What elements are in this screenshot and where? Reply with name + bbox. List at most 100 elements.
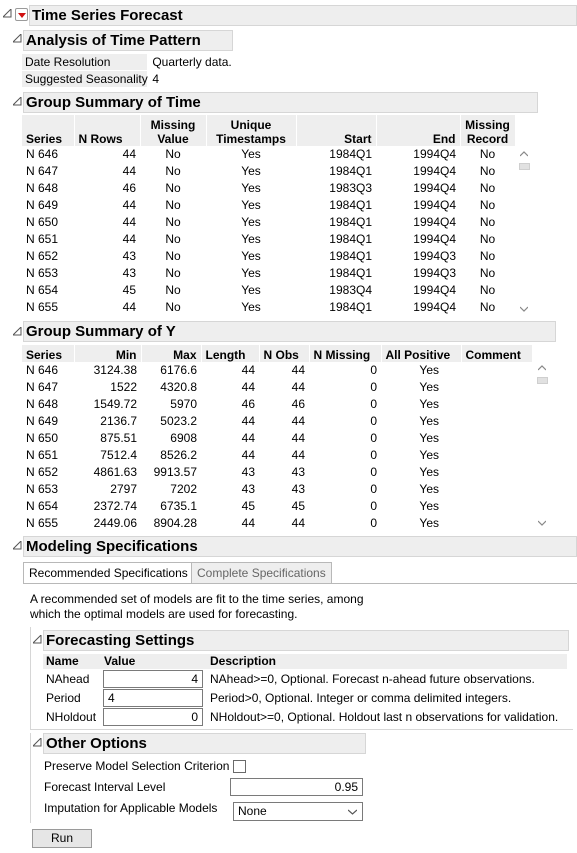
setting-description: Period>0, Optional. Integer or comma del… [210,691,512,705]
disclosure-open-icon[interactable] [13,34,22,43]
table-cell: 44 [291,448,305,462]
time-table-scrollbar[interactable] [517,148,531,318]
scroll-up-icon[interactable] [538,365,546,371]
table-cell: 44 [122,147,136,161]
scroll-down-icon[interactable] [538,520,546,526]
y-table-scrollbar[interactable] [535,362,549,532]
seasonality-value: 4 [152,72,160,86]
table-cell: N 655 [26,300,59,314]
scroll-thumb[interactable] [537,377,548,384]
disclosure-open-icon[interactable] [3,9,12,18]
table-cell: N 650 [26,431,59,445]
table-row: N 649 2136.7 5023.2 44 44 0 Yes [22,413,532,430]
tab-recommended-specifications[interactable]: Recommended Specifications [23,562,194,584]
table-cell: 44 [241,414,255,428]
period-input[interactable]: 4 [103,689,203,707]
table-cell: 44 [122,215,136,229]
table-row: N 655 44 No Yes 1984Q1 1994Q4 No [22,299,515,316]
table-cell: 1994Q4 [413,181,456,195]
group-time-heading: Group Summary of Time [23,92,538,113]
col-header[interactable]: End [376,115,461,146]
table-cell: 0 [370,465,377,479]
col-header[interactable]: N Rows [74,115,141,146]
col-header[interactable]: Series [22,115,75,146]
table-cell: 0 [370,499,377,513]
table-cell: 44 [241,380,255,394]
group-y-table: Series Min Max Length N Obs N Missing Al… [22,345,533,532]
table-cell: 7202 [170,482,197,496]
nahead-input[interactable]: 4 [103,670,203,688]
table-cell: 0 [370,397,377,411]
table-cell: 1994Q4 [413,283,456,297]
table-cell: 1994Q3 [413,266,456,280]
nholdout-input[interactable]: 0 [103,708,203,726]
col-header[interactable]: Max [141,345,202,362]
col-header[interactable]: Min [74,345,142,362]
disclosure-open-icon[interactable] [13,327,22,336]
col-header[interactable]: Comment [461,345,533,362]
other-options-heading: Other Options [43,733,366,754]
table-cell: 44 [291,516,305,530]
table-cell: 0 [370,448,377,462]
table-cell: 8904.28 [153,516,197,530]
disclosure-open-icon[interactable] [33,738,42,747]
table-cell: Yes [419,499,439,513]
table-cell: 44 [122,164,136,178]
imputation-select[interactable]: None [233,802,363,821]
table-cell: No [165,181,181,195]
tab-complete-specifications[interactable]: Complete Specifications [191,562,332,584]
table-row: N 653 43 No Yes 1984Q1 1994Q3 No [22,265,515,282]
table-cell: 0 [370,482,377,496]
table-cell: 1983Q4 [329,283,372,297]
description-line: which the optimal models are used for fo… [30,607,298,621]
col-header: Value [104,654,136,668]
table-cell [461,362,532,379]
interval-input[interactable]: 0.95 [230,778,363,796]
table-cell: 7512.4 [100,448,137,462]
col-header[interactable]: Start [296,115,377,146]
table-cell: 2372.74 [93,499,137,513]
table-cell: Yes [419,465,439,479]
scroll-down-icon[interactable] [520,306,528,312]
table-cell: 0 [370,414,377,428]
table-cell: No [165,164,181,178]
table-cell: 1983Q3 [329,181,372,195]
table-cell: 45 [291,499,305,513]
col-header[interactable]: Missing Value [140,115,207,146]
table-cell: 1994Q4 [413,215,456,229]
table-row: N 652 4861.63 9913.57 43 43 0 Yes [22,464,532,481]
preserve-label: Preserve Model Selection Criterion [44,759,230,773]
table-cell: N 653 [26,266,59,280]
table-cell: 875.51 [100,431,137,445]
table-cell [461,481,532,498]
col-header[interactable]: Length [201,345,260,362]
col-header[interactable]: Unique Timestamps [206,115,297,146]
disclosure-open-icon[interactable] [13,541,22,550]
run-button[interactable]: Run [32,829,92,848]
col-header[interactable]: Series [22,345,75,362]
tab-panel-border [23,583,577,584]
col-header[interactable]: N Missing [309,345,382,362]
table-cell: N 648 [26,397,59,411]
table-row: N 648 1549.72 5970 46 46 0 Yes [22,396,532,413]
col-header[interactable]: N Obs [259,345,310,362]
red-triangle-menu-icon[interactable] [15,8,28,21]
table-cell: Yes [241,164,261,178]
table-cell: No [165,198,181,212]
table-cell: 1984Q1 [329,300,372,314]
preserve-checkbox[interactable] [233,760,246,773]
table-cell: 44 [291,363,305,377]
disclosure-open-icon[interactable] [33,635,42,644]
table-cell: No [165,266,181,280]
table-cell: 6735.1 [160,499,197,513]
disclosure-open-icon[interactable] [13,97,22,106]
col-header[interactable]: Missing Record [460,115,516,146]
scroll-up-icon[interactable] [520,151,528,157]
report-title: Time Series Forecast [29,5,577,26]
col-header[interactable]: All Positive [381,345,462,362]
table-cell: Yes [241,198,261,212]
scroll-thumb[interactable] [519,163,530,170]
table-cell: 43 [122,266,136,280]
table-cell: Yes [241,249,261,263]
table-cell: 46 [291,397,305,411]
